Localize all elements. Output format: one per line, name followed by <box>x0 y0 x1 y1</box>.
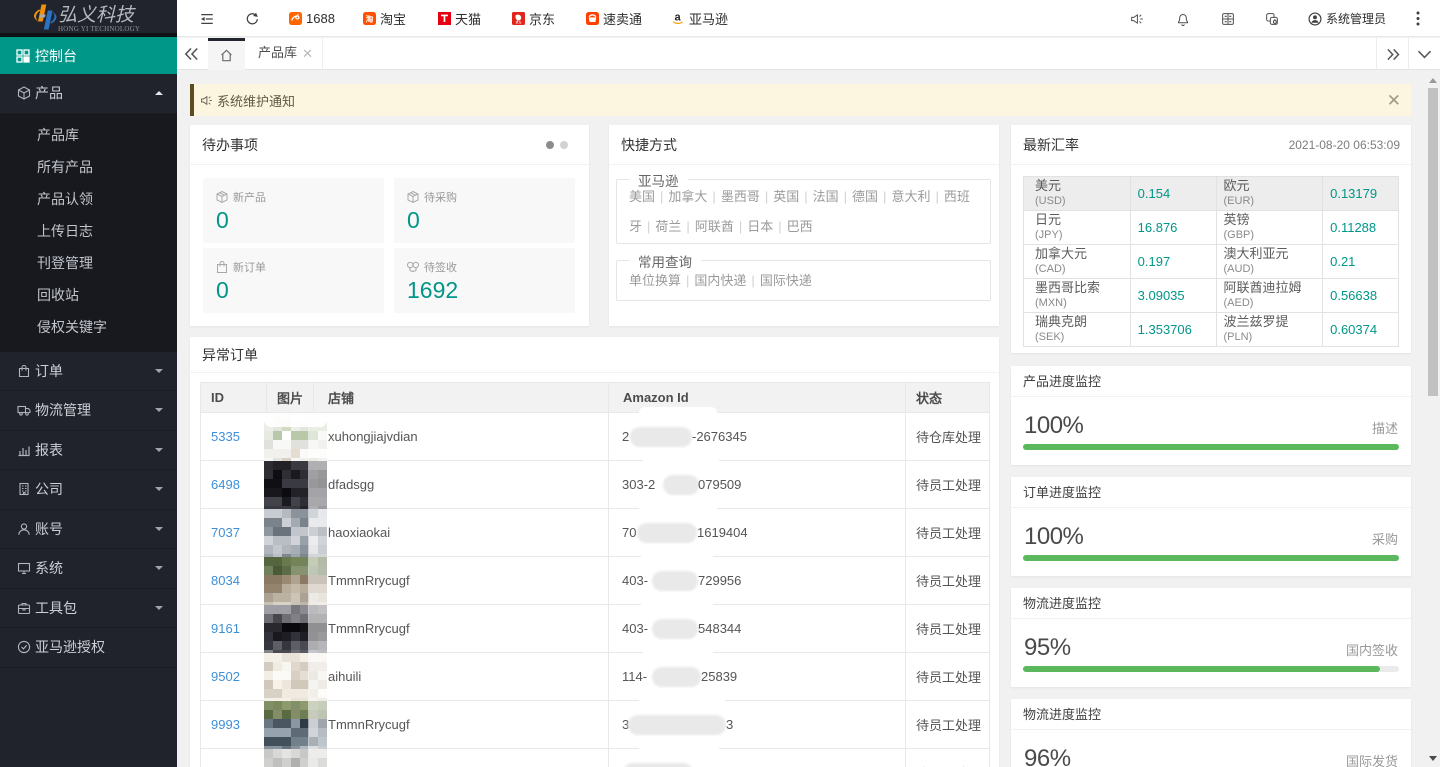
svg-text:HONG YI TECHNOLOGY: HONG YI TECHNOLOGY <box>58 25 140 33</box>
svg-text:京东: 京东 <box>515 19 521 24</box>
svg-text:a: a <box>675 12 682 24</box>
svg-text:淘: 淘 <box>366 14 374 24</box>
svg-text:弘义科技: 弘义科技 <box>58 4 136 26</box>
